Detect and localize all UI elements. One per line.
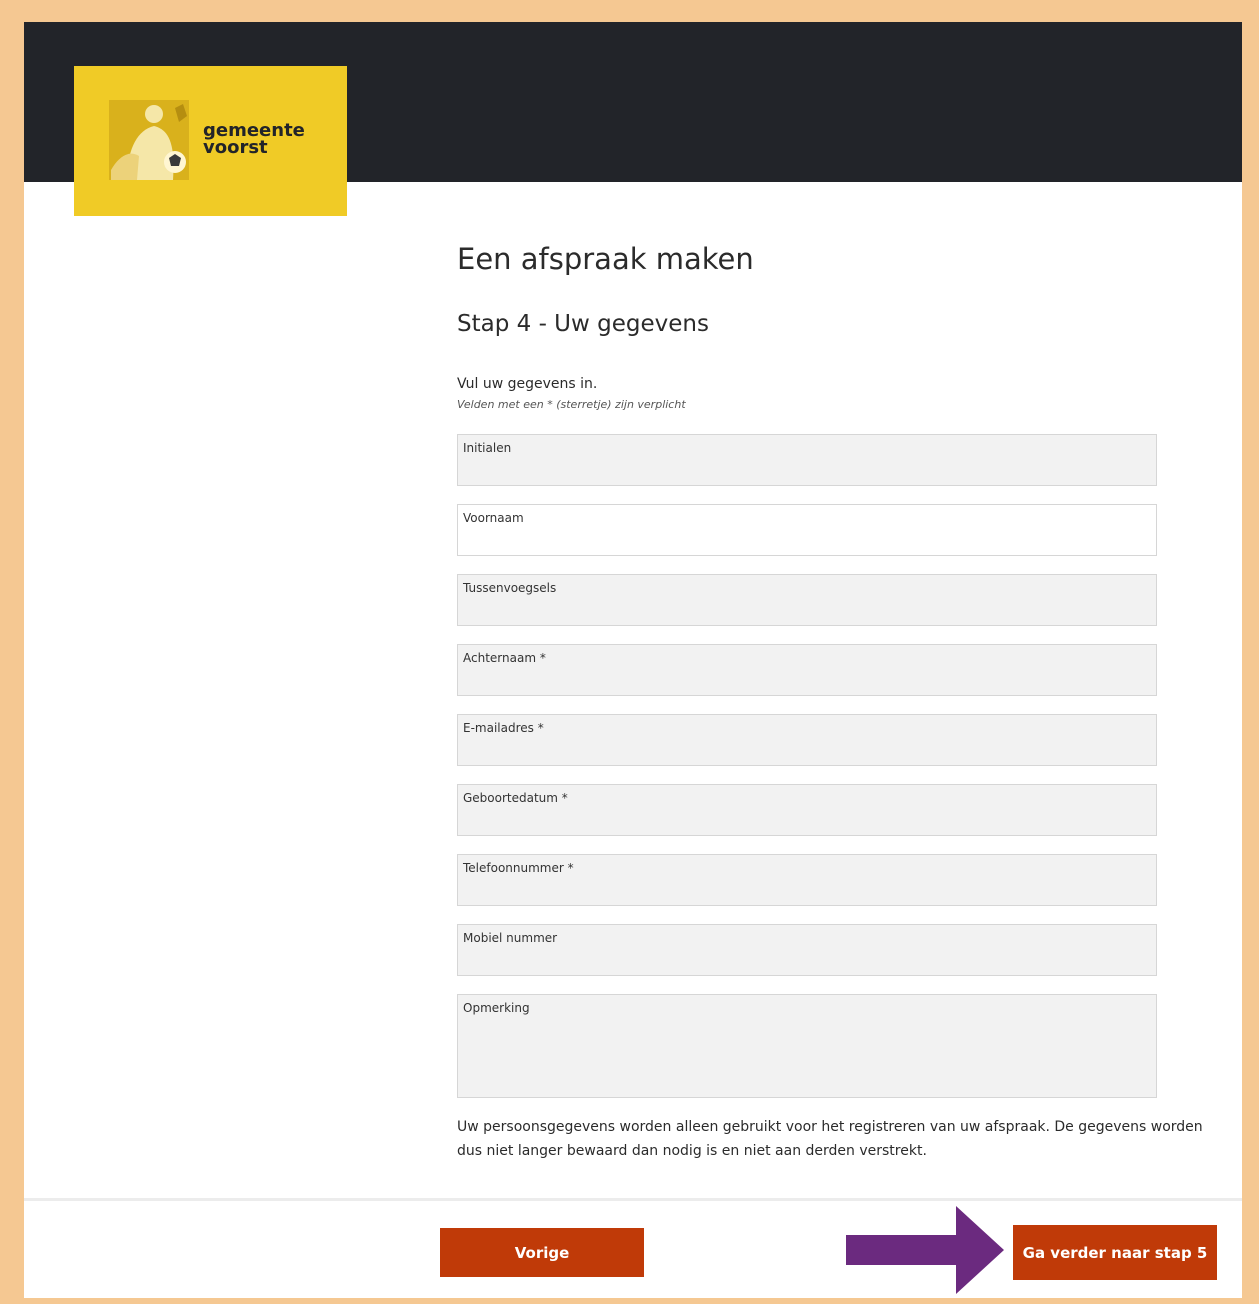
logo[interactable]: gemeente voorst (74, 66, 347, 216)
privacy-notice: Uw persoonsgegevens worden alleen gebrui… (457, 1119, 1203, 1159)
step-title: Stap 4 - Uw gegevens (457, 311, 709, 337)
arrow-right-icon (846, 1206, 1004, 1294)
field-label: Opmerking (463, 1001, 530, 1015)
geboortedatum-input[interactable] (462, 809, 1152, 831)
logo-photo (109, 100, 189, 180)
mobiel-nummer-field[interactable]: Mobiel nummer (457, 924, 1157, 976)
telefoonnummer-field[interactable]: Telefoonnummer * (457, 854, 1157, 906)
mobiel-nummer-input[interactable] (462, 949, 1152, 971)
initialen-input[interactable] (462, 459, 1152, 481)
achternaam-input[interactable] (462, 669, 1152, 691)
geboortedatum-field[interactable]: Geboortedatum * (457, 784, 1157, 836)
next-step-button[interactable]: Ga verder naar stap 5 (1013, 1225, 1217, 1280)
field-label: Achternaam * (463, 651, 546, 665)
email-field[interactable]: E-mailadres * (457, 714, 1157, 766)
page-title: Een afspraak maken (457, 242, 754, 276)
initialen-field[interactable]: Initialen (457, 434, 1157, 486)
opmerking-textarea[interactable] (462, 1023, 1152, 1093)
field-label: Tussenvoegsels (463, 581, 557, 595)
field-label: Geboortedatum * (463, 791, 568, 805)
tussenvoegsels-field[interactable]: Tussenvoegsels (457, 574, 1157, 626)
logo-wordmark: gemeente voorst (203, 122, 305, 158)
field-label: E-mailadres * (463, 721, 544, 735)
voornaam-field[interactable]: Voornaam (457, 504, 1157, 556)
previous-button[interactable]: Vorige (440, 1228, 644, 1277)
intro-text: Vul uw gegevens in. (457, 376, 598, 392)
required-note: Velden met een * (sterretje) zijn verpli… (457, 398, 686, 411)
footer-divider (24, 1198, 1242, 1201)
telefoonnummer-input[interactable] (462, 879, 1152, 901)
field-label: Telefoonnummer * (463, 861, 574, 875)
opmerking-field[interactable]: Opmerking (457, 994, 1157, 1098)
field-label: Initialen (463, 441, 512, 455)
achternaam-field[interactable]: Achternaam * (457, 644, 1157, 696)
tussenvoegsels-input[interactable] (462, 599, 1152, 621)
page-frame: gemeente voorst Een afspraak maken Stap … (24, 22, 1242, 1298)
voornaam-input[interactable] (462, 529, 1152, 551)
field-label: Mobiel nummer (463, 931, 558, 945)
logo-line-2: voorst (203, 137, 268, 158)
field-label: Voornaam (463, 511, 524, 525)
email-input[interactable] (462, 739, 1152, 761)
